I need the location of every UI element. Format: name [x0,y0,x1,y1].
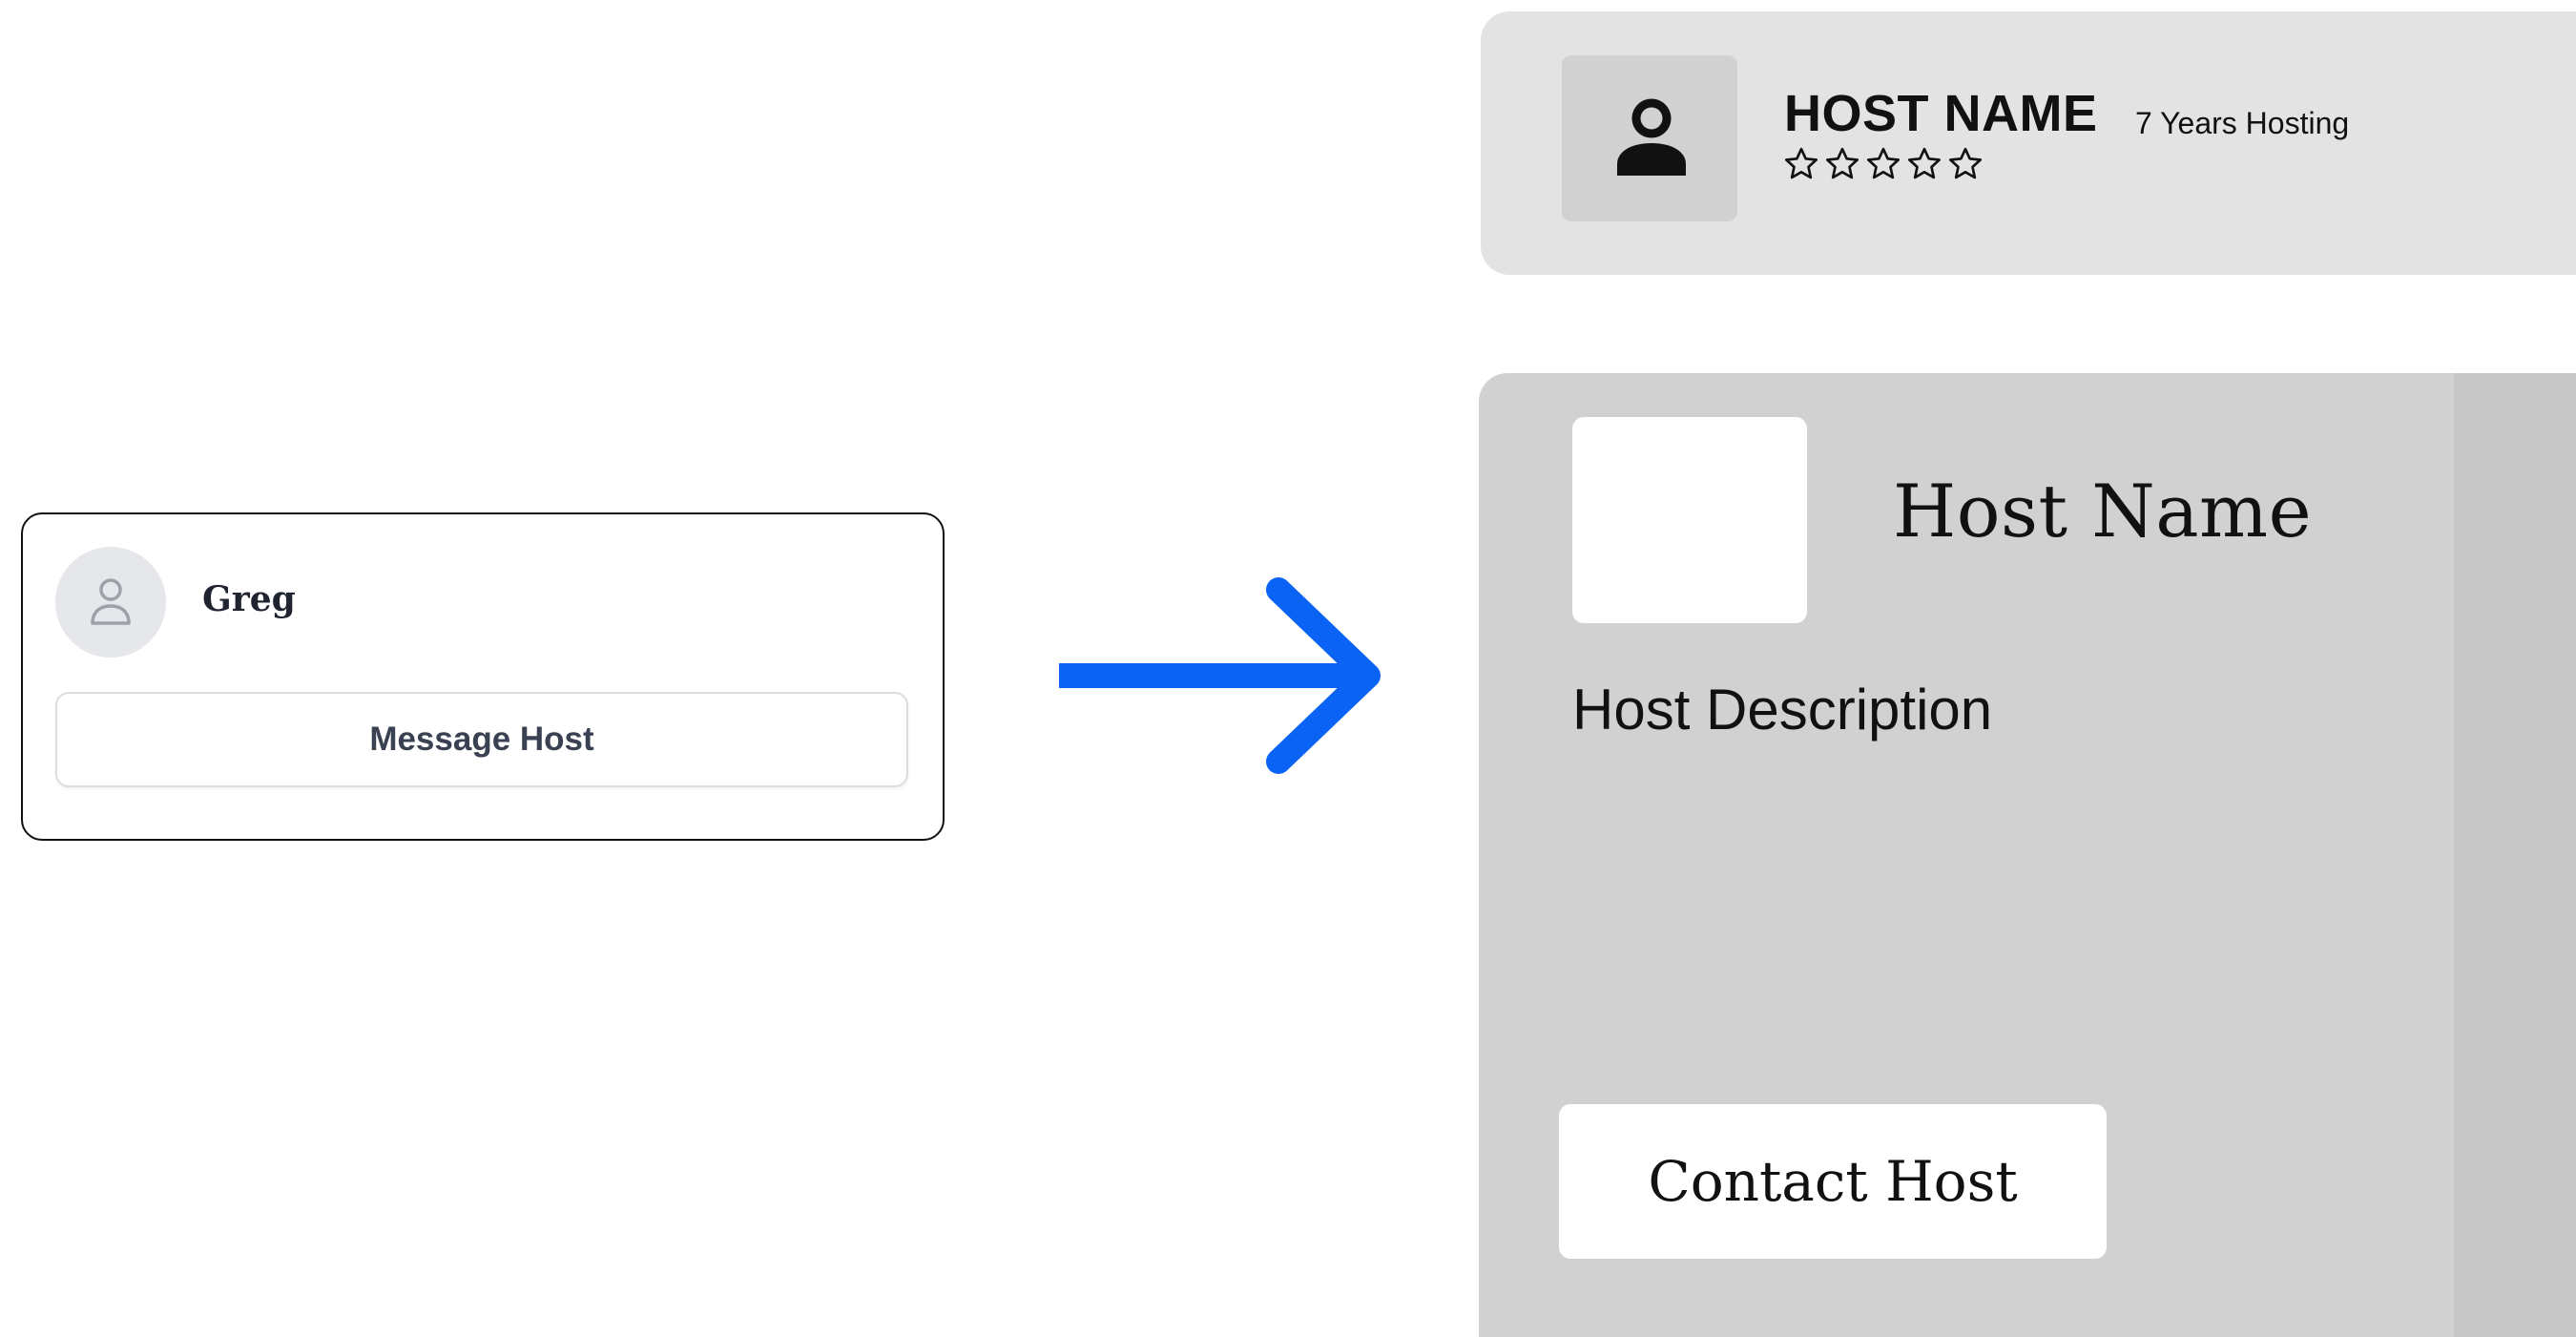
redesigned-host-detail: Host Name Host Description Contact Host [1479,373,2576,1337]
contact-host-button[interactable]: Contact Host [1559,1104,2107,1259]
user-icon [1617,98,1686,176]
host-avatar [55,547,166,658]
star-icon [1908,147,1941,179]
host-avatar [1562,55,1737,221]
host-name-heading: HOST NAME [1784,85,2098,142]
star-icon [1949,147,1982,179]
star-rating [1782,145,1984,183]
host-description: Host Description [1572,678,1993,742]
host-name: Greg [202,579,296,619]
star-icon [1867,147,1900,179]
user-outline-icon [91,578,131,625]
original-host-card: Greg Message Host [21,512,945,841]
arrow-right-icon [1049,573,1383,787]
message-host-button[interactable]: Message Host [55,692,908,787]
star-icon [1826,147,1859,179]
hosting-duration: 7 Years Hosting [2135,106,2350,140]
redesigned-host-header: HOST NAME 7 Years Hosting [1481,11,2576,275]
side-panel [2454,373,2576,1337]
star-icon [1785,147,1818,179]
host-photo-placeholder [1572,417,1807,623]
host-name-title: Host Name [1893,469,2313,554]
